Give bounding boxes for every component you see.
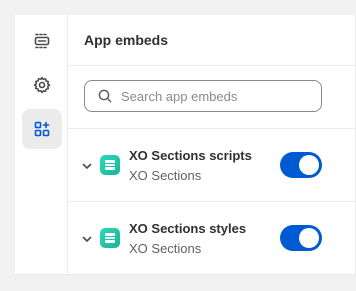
embed-name: XO Sections scripts [129,148,252,163]
gear-icon [33,76,51,94]
theme-editor-frame: App embeds XO Secti [15,15,356,275]
editor-side-rail [15,15,68,274]
header-divider [68,65,355,66]
xo-sections-app-icon [100,228,120,248]
embed-row-styles: XO Sections styles XO Sections [68,202,355,274]
app-embeds-panel: App embeds XO Secti [68,15,355,274]
search-icon [98,89,112,103]
expand-chevron-button[interactable] [81,232,93,250]
toggle-knob [299,228,319,248]
embed-enable-toggle[interactable] [280,152,322,178]
embed-name: XO Sections styles [129,221,247,236]
chevron-down-icon [82,163,92,169]
app-embeds-icon [34,121,50,137]
panel-title: App embeds [84,32,169,48]
search-input[interactable] [121,88,311,104]
search-field[interactable] [84,80,322,112]
embed-enable-toggle[interactable] [280,225,322,251]
rail-theme-settings-button[interactable] [22,65,62,105]
sections-icon [34,33,50,49]
toggle-knob [299,155,319,175]
embed-app-name: XO Sections [129,168,202,183]
xo-sections-app-icon [100,155,120,175]
chevron-down-icon [82,236,92,242]
rail-app-embeds-button[interactable] [22,109,62,149]
expand-chevron-button[interactable] [81,159,93,177]
embed-row-scripts: XO Sections scripts XO Sections [68,129,355,201]
embed-app-name: XO Sections [129,241,202,256]
rail-sections-button[interactable] [22,21,62,61]
